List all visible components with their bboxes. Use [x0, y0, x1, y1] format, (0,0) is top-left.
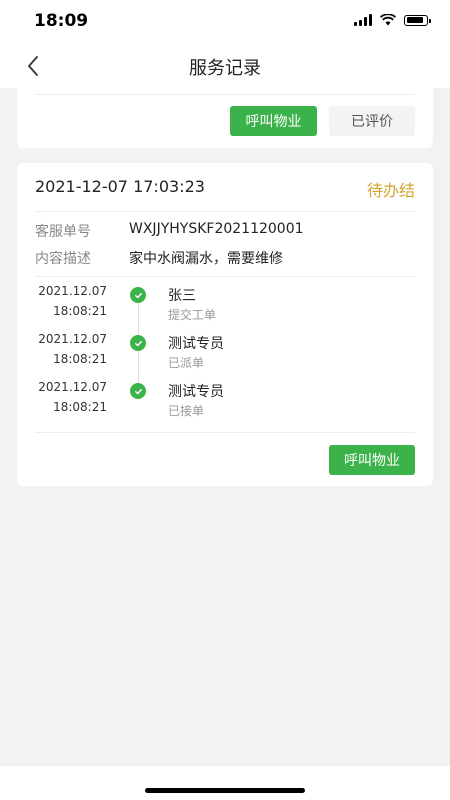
timeline-date: 2021.12.07 — [38, 332, 107, 346]
status-time: 18:09 — [34, 11, 89, 31]
description-value: 家中水阀漏水，需要维修 — [129, 251, 283, 267]
card-divider — [35, 211, 415, 212]
timeline-action: 已派单 — [168, 356, 205, 370]
timeline-time: 18:08:21 — [53, 304, 107, 318]
check-circle-icon — [130, 383, 146, 399]
status-bar: 18:09 — [0, 0, 450, 44]
bottom-bar — [0, 766, 450, 800]
timeline-person: 测试专员 — [168, 384, 224, 400]
record-datetime: 2021-12-07 17:03:23 — [35, 177, 205, 196]
wifi-icon — [380, 14, 396, 26]
timeline-date: 2021.12.07 — [38, 284, 107, 298]
call-property-button[interactable]: 呼叫物业 — [230, 106, 317, 136]
screen: 18:09 服务记录 呼叫物业 已评价 2021-12-07 17:03:23 … — [0, 0, 450, 800]
timeline-date: 2021.12.07 — [38, 380, 107, 394]
timeline-time: 18:08:21 — [53, 400, 107, 414]
home-indicator[interactable] — [145, 788, 305, 793]
signal-icon — [354, 14, 372, 26]
timeline-action: 已接单 — [168, 404, 205, 418]
service-card[interactable]: 2021-12-07 17:03:23 待办结 客服单号 WXJJYHYSKF2… — [17, 163, 433, 486]
service-card-previous: 呼叫物业 已评价 — [17, 84, 433, 148]
timeline-time: 18:08:21 — [53, 352, 107, 366]
call-property-button[interactable]: 呼叫物业 — [329, 445, 415, 475]
check-circle-icon — [130, 335, 146, 351]
timeline-person: 测试专员 — [168, 336, 224, 352]
status-badge: 待办结 — [366, 181, 415, 200]
timeline-person: 张三 — [168, 288, 196, 304]
status-icons — [354, 14, 431, 26]
description-label: 内容描述 — [35, 251, 91, 267]
nav-bar: 服务记录 — [0, 44, 450, 88]
rated-button[interactable]: 已评价 — [329, 106, 415, 136]
card-divider — [35, 432, 415, 433]
card-divider — [35, 94, 415, 95]
ticket-number-label: 客服单号 — [35, 224, 91, 240]
card-divider — [35, 276, 415, 277]
timeline-action: 提交工单 — [168, 308, 217, 322]
check-circle-icon — [130, 287, 146, 303]
page-title: 服务记录 — [189, 58, 261, 79]
ticket-number-value: WXJJYHYSKF2021120001 — [129, 221, 304, 237]
battery-icon — [404, 14, 431, 26]
